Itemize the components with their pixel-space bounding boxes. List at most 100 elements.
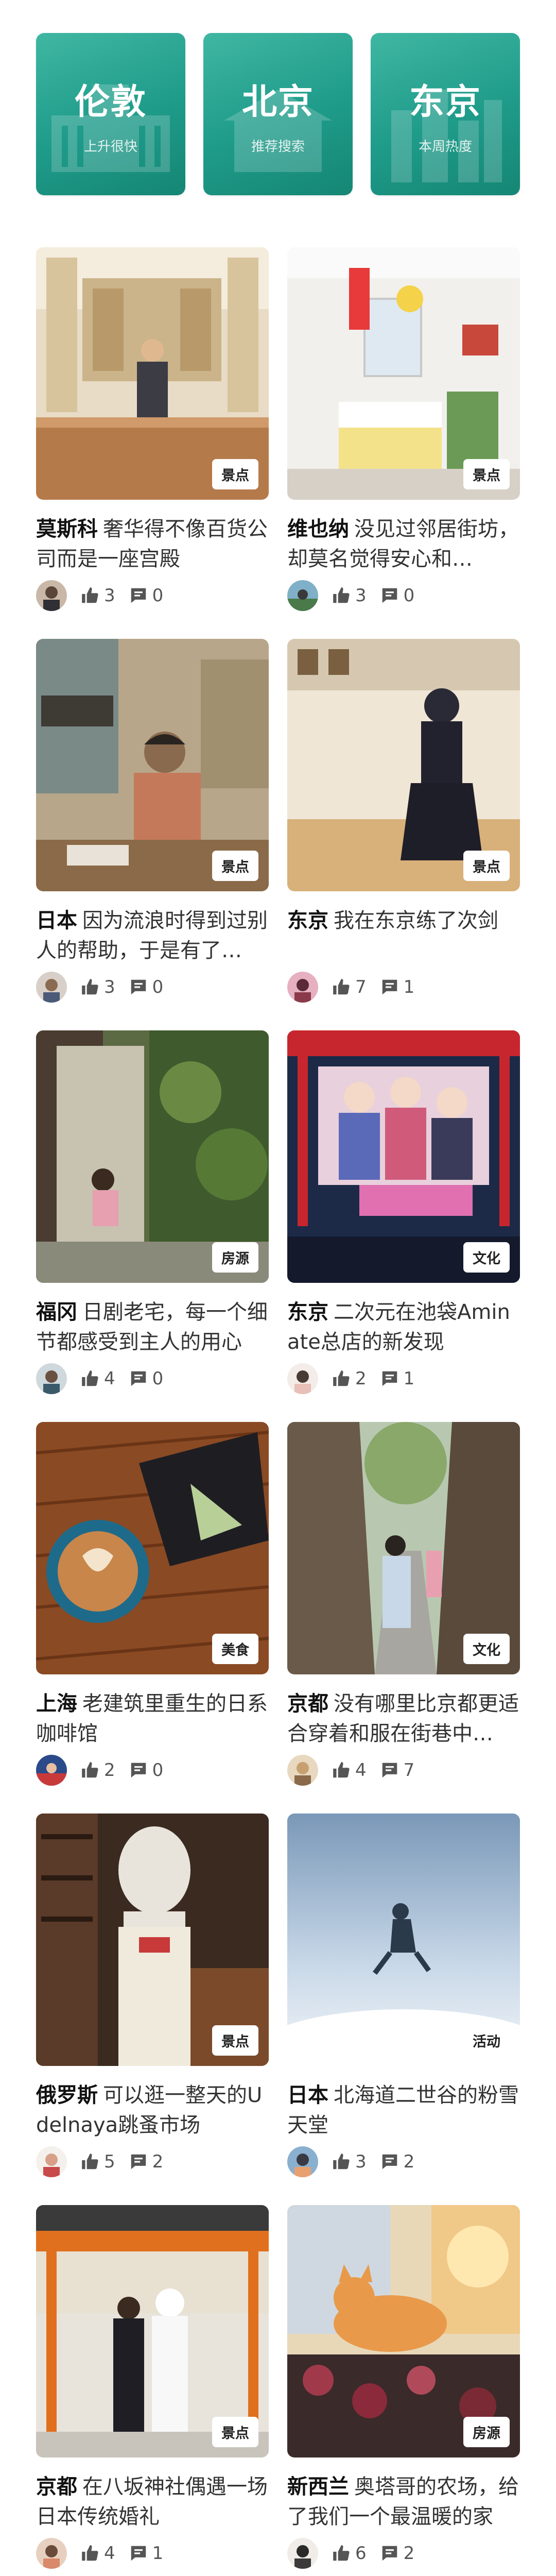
category-tag: 景点	[212, 2417, 258, 2447]
post-caption[interactable]: 日本 北海道二世谷的粉雪天堂	[287, 2080, 520, 2140]
like-count[interactable]: 4	[80, 2543, 115, 2564]
post-photo[interactable]: 美食	[36, 1422, 269, 1674]
comment-count[interactable]: 1	[380, 1368, 415, 1389]
post-photo[interactable]: 景点	[36, 247, 269, 500]
post-photo[interactable]: 景点	[287, 247, 520, 500]
post-card[interactable]: 活动 日本 北海道二世谷的粉雪天堂 3 2	[287, 1814, 520, 2178]
post-caption[interactable]: 俄罗斯 可以逛一整天的Udelnaya跳蚤市场	[36, 2080, 269, 2140]
post-card[interactable]: 文化 京都 没有哪里比京都更适合穿着和服在街巷中… 4 7	[287, 1422, 520, 1787]
post-caption[interactable]: 莫斯科 奢华得不像百货公司而是一座宫殿	[36, 514, 269, 574]
comment-icon	[382, 588, 397, 603]
comment-count-value: 1	[403, 1368, 415, 1389]
comment-count[interactable]: 2	[129, 2151, 163, 2172]
category-tag: 景点	[212, 2025, 258, 2056]
avatar[interactable]	[287, 2538, 318, 2569]
avatar[interactable]	[36, 2146, 67, 2177]
post-caption[interactable]: 京都 没有哪里比京都更适合穿着和服在街巷中…	[287, 1689, 520, 1749]
avatar[interactable]	[287, 2146, 318, 2177]
like-count-value: 4	[104, 1368, 115, 1389]
thumb-up-icon	[333, 2154, 350, 2170]
like-count-value: 4	[104, 2543, 115, 2564]
post-caption[interactable]: 东京 二次元在池袋Aminate总店的新发现	[287, 1297, 520, 1357]
like-count[interactable]: 3	[80, 585, 115, 606]
post-card[interactable]: 景点 京都 在八坂神社偶遇一场日本传统婚礼 4 1	[36, 2205, 269, 2570]
like-count[interactable]: 7	[332, 977, 367, 997]
post-caption[interactable]: 上海 老建筑里重生的日系咖啡馆	[36, 1689, 269, 1749]
post-photo[interactable]: 景点	[36, 639, 269, 891]
like-count[interactable]: 4	[80, 1368, 115, 1389]
post-caption[interactable]: 日本 因为流浪时得到过别人的帮助，于是有了…	[36, 906, 269, 965]
post-place: 京都	[287, 1692, 328, 1716]
post-photo[interactable]: 景点	[287, 639, 520, 891]
post-caption[interactable]: 维也纳 没见过邻居街坊，却莫名觉得安心和…	[287, 514, 520, 574]
comment-count[interactable]: 0	[129, 1760, 163, 1781]
like-count[interactable]: 3	[80, 977, 115, 997]
post-card[interactable]: 房源 福冈 日剧老宅，每一个细节都感受到主人的用心 4 0	[36, 1030, 269, 1395]
post-meta: 4 1	[36, 2537, 269, 2570]
comment-count-value: 1	[403, 977, 415, 997]
avatar[interactable]	[36, 972, 67, 1003]
post-card[interactable]: 景点 东京 我在东京练了次剑 7 1	[287, 639, 520, 1004]
like-count[interactable]: 3	[332, 2151, 367, 2172]
thumb-up-icon	[82, 2154, 98, 2170]
avatar[interactable]	[287, 1755, 318, 1786]
post-card[interactable]: 美食 上海 老建筑里重生的日系咖啡馆 2 0	[36, 1422, 269, 1787]
post-place: 俄罗斯	[36, 2083, 98, 2107]
comment-count[interactable]: 0	[129, 1368, 163, 1389]
thumb-up-icon	[82, 2545, 98, 2561]
like-count[interactable]: 3	[332, 585, 367, 606]
comment-count-value: 2	[403, 2543, 415, 2564]
avatar[interactable]	[287, 580, 318, 611]
avatar[interactable]	[287, 972, 318, 1003]
like-count[interactable]: 2	[332, 1368, 367, 1389]
comment-count[interactable]: 0	[129, 585, 163, 606]
post-card[interactable]: 景点 日本 因为流浪时得到过别人的帮助，于是有了… 3 0	[36, 639, 269, 1004]
post-photo[interactable]: 房源	[36, 1030, 269, 1283]
post-card[interactable]: 景点 俄罗斯 可以逛一整天的Udelnaya跳蚤市场 5 2	[36, 1814, 269, 2178]
post-photo[interactable]: 文化	[287, 1422, 520, 1674]
post-photo[interactable]: 房源	[287, 2205, 520, 2458]
comment-count[interactable]: 0	[380, 585, 414, 606]
post-meta: 4 7	[287, 1754, 520, 1787]
comment-count[interactable]: 7	[380, 1760, 414, 1781]
like-count[interactable]: 6	[332, 2543, 367, 2564]
comment-icon	[382, 2546, 397, 2561]
post-card[interactable]: 房源 新西兰 奥塔哥的农场，给了我们一个最温暖的家 6 2	[287, 2205, 520, 2570]
post-card[interactable]: 景点 维也纳 没见过邻居街坊，却莫名觉得安心和… 3 0	[287, 247, 520, 612]
post-photo[interactable]: 活动	[287, 1814, 520, 2066]
post-card[interactable]: 文化 东京 二次元在池袋Aminate总店的新发现 2 1	[287, 1030, 520, 1395]
post-caption[interactable]: 京都 在八坂神社偶遇一场日本传统婚礼	[36, 2472, 269, 2532]
avatar[interactable]	[36, 1755, 67, 1786]
like-count[interactable]: 2	[80, 1760, 115, 1781]
comment-count[interactable]: 1	[129, 2543, 163, 2564]
city-card-beijing[interactable]: 北京 推荐搜索	[203, 33, 353, 195]
comment-count[interactable]: 0	[129, 977, 164, 997]
category-tag: 文化	[463, 1242, 510, 1273]
like-count[interactable]: 5	[80, 2151, 115, 2172]
like-count-value: 3	[104, 585, 115, 606]
comment-count[interactable]: 2	[380, 2543, 415, 2564]
city-card-subtitle: 上升很快	[83, 139, 137, 155]
comment-count[interactable]: 1	[380, 977, 415, 997]
city-card-name: 伦敦	[74, 82, 147, 123]
city-card-london[interactable]: 伦敦 上升很快	[36, 33, 185, 195]
category-tag: 文化	[463, 1634, 510, 1664]
city-card-tokyo[interactable]: 东京 本周热度	[371, 33, 520, 195]
post-photo[interactable]: 景点	[36, 2205, 269, 2458]
post-photo[interactable]: 景点	[36, 1814, 269, 2066]
comment-count-value: 0	[152, 977, 164, 997]
like-count[interactable]: 4	[332, 1760, 367, 1781]
avatar[interactable]	[36, 580, 67, 611]
avatar[interactable]	[36, 1363, 67, 1394]
category-tag: 活动	[463, 2025, 510, 2056]
post-caption[interactable]: 福冈 日剧老宅，每一个细节都感受到主人的用心	[36, 1297, 269, 1357]
post-place: 日本	[36, 909, 77, 933]
comment-count[interactable]: 2	[380, 2151, 414, 2172]
post-photo[interactable]: 文化	[287, 1030, 520, 1283]
avatar[interactable]	[36, 2538, 67, 2569]
post-caption[interactable]: 新西兰 奥塔哥的农场，给了我们一个最温暖的家	[287, 2472, 520, 2532]
avatar[interactable]	[287, 1363, 318, 1394]
category-tag: 景点	[463, 851, 510, 881]
post-caption[interactable]: 东京 我在东京练了次剑	[287, 906, 520, 965]
post-card[interactable]: 景点 莫斯科 奢华得不像百货公司而是一座宫殿 3 0	[36, 247, 269, 612]
